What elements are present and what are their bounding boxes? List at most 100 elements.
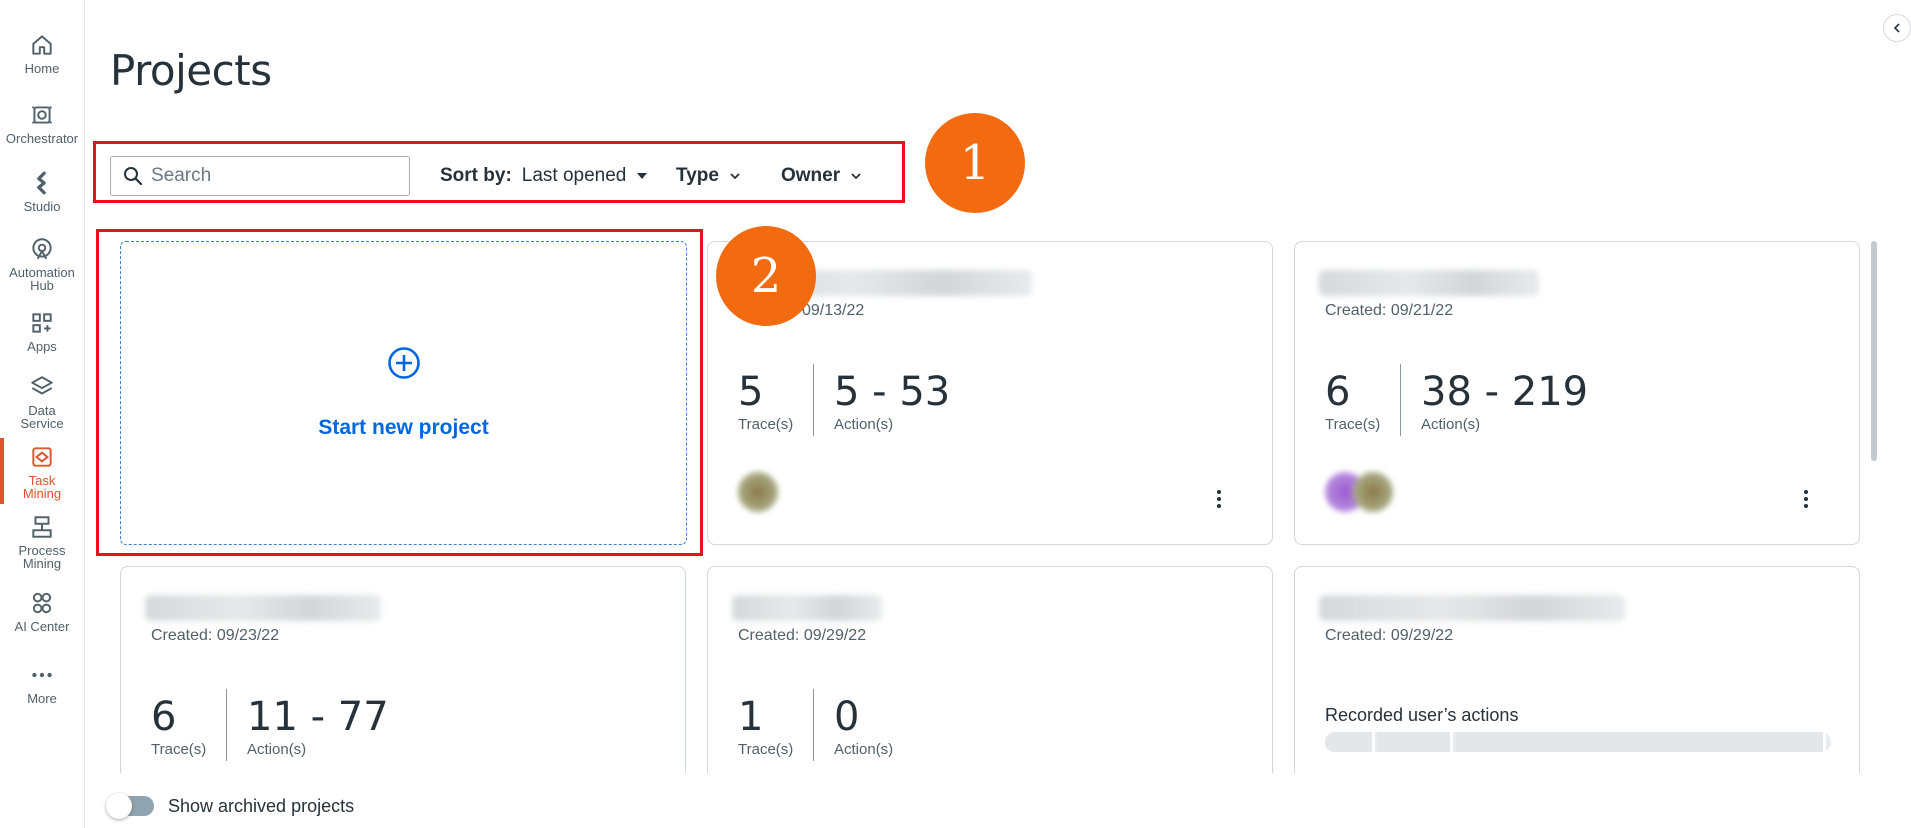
chevron-left-icon — [1893, 23, 1900, 33]
sort-label: Sort by: — [440, 165, 512, 186]
more-options-icon[interactable] — [1216, 490, 1222, 508]
actions-count: 11 - 77 — [247, 694, 389, 740]
traces-stat: 6 Trace(s) — [1325, 370, 1380, 433]
project-created-date: Created: 09/29/22 — [1325, 627, 1454, 644]
nav-label-ai-center: AI Center — [14, 619, 70, 634]
automation-hub-icon — [32, 238, 52, 260]
task-mining-icon — [32, 447, 52, 467]
search-field[interactable] — [110, 156, 410, 196]
orchestrator-icon — [32, 106, 52, 124]
traces-stat: 5 Trace(s) — [738, 370, 793, 433]
search-icon — [124, 167, 143, 186]
project-card[interactable]: Created: 09/29/22 Recorded user’s action… — [1294, 566, 1860, 786]
type-label: Type — [676, 165, 719, 186]
nav-label-process-mining: Process Mining — [18, 543, 66, 571]
actions-stat: 5 - 53 Action(s) — [834, 370, 950, 433]
actions-caption: Action(s) — [834, 416, 894, 433]
stat-divider — [226, 689, 227, 761]
start-new-project-label: Start new project — [318, 416, 489, 439]
project-title — [732, 595, 882, 621]
annotation-badge-1: 1 — [925, 113, 1025, 213]
nav-item-more[interactable]: More — [0, 662, 84, 705]
traces-stat: 1 Trace(s) — [738, 695, 793, 758]
sort-value: Last opened — [521, 165, 627, 186]
traces-caption: Trace(s) — [738, 741, 794, 758]
owner-avatar — [738, 472, 778, 512]
recorded-actions-bar — [1325, 732, 1831, 752]
project-card[interactable]: Created: 09/23/22 6 Trace(s) 11 - 77 Act… — [120, 566, 686, 786]
nav-label-home: Home — [24, 61, 60, 76]
project-card[interactable]: Created: 09/21/22 6 Trace(s) 38 - 219 Ac… — [1294, 241, 1860, 545]
recorded-actions-label: Recorded user’s actions — [1325, 705, 1519, 725]
nav-item-process-mining[interactable]: Process Mining — [0, 514, 84, 570]
chevron-down-icon — [851, 173, 861, 180]
nav-item-orchestrator[interactable]: Orchestrator — [0, 102, 84, 145]
apps-icon — [32, 313, 52, 333]
actions-count: 38 - 219 — [1421, 369, 1589, 415]
nav-item-task-mining[interactable]: Task Mining — [0, 438, 84, 504]
traces-caption: Trace(s) — [151, 741, 207, 758]
nav-label-studio: Studio — [23, 199, 61, 214]
owner-dropdown[interactable]: Owner — [781, 162, 862, 190]
traces-count: 1 — [738, 694, 764, 740]
nav-item-ai-center[interactable]: AI Center — [0, 590, 84, 633]
caret-down-icon — [637, 173, 648, 179]
ai-center-icon — [32, 592, 52, 614]
nav-item-automation-hub[interactable]: Automation Hub — [0, 236, 84, 292]
project-title — [145, 595, 381, 621]
actions-count: 0 — [834, 694, 860, 740]
nav-item-studio[interactable]: Studio — [0, 170, 84, 213]
data-service-icon — [31, 376, 53, 395]
actions-caption: Action(s) — [1421, 416, 1481, 433]
stat-divider — [813, 364, 814, 436]
search-input[interactable] — [151, 165, 391, 187]
actions-stat: 11 - 77 Action(s) — [247, 695, 389, 758]
more-icon — [32, 672, 52, 678]
home-icon — [32, 35, 52, 55]
collapse-panel-button[interactable] — [1883, 14, 1911, 42]
traces-count: 6 — [1325, 369, 1351, 415]
actions-stat: 0 Action(s) — [834, 695, 893, 758]
show-archived-toggle[interactable] — [106, 793, 154, 819]
chevron-down-icon — [730, 173, 740, 180]
owner-avatar — [1353, 472, 1393, 512]
traces-count: 5 — [738, 369, 764, 415]
process-mining-icon — [32, 516, 52, 538]
studio-icon — [37, 171, 46, 195]
project-created-date: Created: 09/29/22 — [738, 627, 867, 644]
actions-caption: Action(s) — [834, 741, 894, 758]
project-created-date: 09/13/22 — [802, 302, 865, 319]
more-options-icon[interactable] — [1803, 490, 1809, 508]
sort-dropdown[interactable]: Sort by: Last opened — [440, 162, 648, 190]
traces-caption: Trace(s) — [738, 416, 794, 433]
type-dropdown[interactable]: Type — [676, 162, 741, 190]
nav-item-data-service[interactable]: Data Service — [0, 374, 84, 430]
nav-item-apps[interactable]: Apps — [0, 310, 84, 353]
side-navigation: Home Orchestrator Studio Automation Hub … — [0, 0, 85, 828]
plus-circle-icon — [387, 347, 420, 379]
traces-caption: Trace(s) — [1325, 416, 1381, 433]
actions-caption: Action(s) — [247, 741, 307, 758]
actions-stat: 38 - 219 Action(s) — [1421, 370, 1588, 433]
stat-divider — [813, 689, 814, 761]
traces-stat: 6 Trace(s) — [151, 695, 206, 758]
nav-label-orchestrator: Orchestrator — [5, 131, 79, 146]
owner-label: Owner — [781, 165, 841, 186]
scrollbar[interactable] — [1871, 241, 1877, 461]
project-card[interactable]: Created: 09/29/22 1 Trace(s) 0 Action(s) — [707, 566, 1273, 786]
stat-divider — [1400, 364, 1401, 436]
page-title: Projects — [110, 46, 272, 95]
start-new-project-card[interactable]: Start new project — [120, 241, 687, 545]
nav-label-apps: Apps — [27, 339, 57, 354]
nav-label-more: More — [27, 691, 57, 706]
nav-label-task-mining: Task Mining — [22, 473, 62, 501]
project-title — [1319, 270, 1539, 296]
show-archived-label: Show archived projects — [168, 796, 355, 816]
traces-count: 6 — [151, 694, 177, 740]
nav-item-home[interactable]: Home — [0, 32, 84, 75]
nav-label-automation-hub: Automation Hub — [9, 265, 75, 293]
nav-label-data-service: Data Service — [20, 403, 64, 431]
annotation-badge-2: 2 — [716, 226, 816, 326]
project-title — [1319, 595, 1625, 621]
project-created-date: Created: 09/21/22 — [1325, 302, 1454, 319]
